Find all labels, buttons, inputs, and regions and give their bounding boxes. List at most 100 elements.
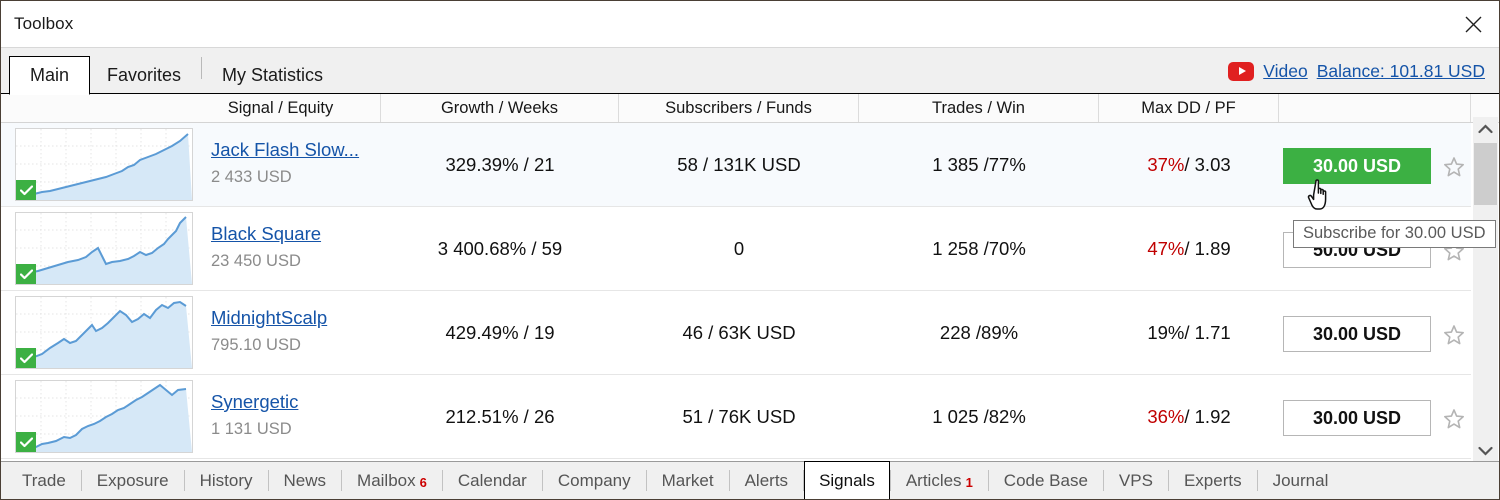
- signal-name-link[interactable]: MidnightScalp: [211, 307, 327, 329]
- subscribe-price-button[interactable]: 30.00 USD: [1283, 316, 1431, 352]
- table-row[interactable]: Black Square 23 450 USD 3 400.68% / 59 0 1 2…: [1, 207, 1471, 291]
- table-row[interactable]: Jack Flash Slow... 2 433 USD 329.39% / 21 5…: [1, 123, 1471, 207]
- bottom-tab-market[interactable]: Market: [647, 462, 729, 499]
- bottom-tab-label: Experts: [1183, 470, 1242, 490]
- bottom-tab-experts[interactable]: Experts: [1169, 462, 1257, 499]
- equity-sparkline-chart[interactable]: [15, 212, 193, 285]
- trades-win-value: 1 025 /82%: [932, 405, 1026, 427]
- growth-weeks-value: 429.49% / 19: [445, 321, 555, 343]
- bottom-tab-label: Calendar: [457, 470, 527, 490]
- tabstrip-right-group: Video Balance: 101.81 USD: [1228, 48, 1485, 94]
- subscribers-funds-value: 51 / 76K USD: [682, 405, 796, 427]
- favorite-star-icon[interactable]: [1443, 408, 1465, 430]
- youtube-play-icon[interactable]: [1228, 61, 1255, 81]
- column-header-growth-weeks[interactable]: Growth / Weeks: [381, 94, 619, 122]
- subscribe-tooltip: Subscribe for 30.00 USD: [1293, 220, 1496, 248]
- bottom-tab-label: News: [283, 470, 327, 490]
- signal-equity-value: 2 433 USD: [211, 168, 292, 186]
- bottom-tab-label: Company: [557, 470, 631, 490]
- trades-win-value: 1 385 /77%: [932, 153, 1026, 175]
- column-header-subscribers-funds[interactable]: Subscribers / Funds: [619, 94, 859, 122]
- subscribe-price-button[interactable]: 30.00 USD: [1283, 148, 1431, 184]
- equity-sparkline-chart[interactable]: [15, 128, 193, 201]
- bottom-tab-label: Code Base: [1003, 470, 1088, 490]
- bottom-tab-calendar[interactable]: Calendar: [443, 462, 542, 499]
- column-header-trades-win[interactable]: Trades / Win: [859, 94, 1099, 122]
- bottom-tab-alerts[interactable]: Alerts: [730, 462, 803, 499]
- video-link[interactable]: Video: [1263, 61, 1307, 82]
- bottom-tab-badge: 1: [965, 475, 973, 490]
- growth-weeks-value: 212.51% / 26: [445, 405, 555, 427]
- chevron-down-icon[interactable]: [1473, 439, 1498, 463]
- toolbox-window: Toolbox Main Favorites My Statistics Video…: [0, 0, 1500, 500]
- bottom-tab-label: Trade: [22, 470, 66, 490]
- bottom-tab-company[interactable]: Company: [543, 462, 646, 499]
- bottom-tab-code-base[interactable]: Code Base: [989, 462, 1103, 499]
- tabs-left-group: Main Favorites My Statistics: [9, 48, 340, 95]
- signal-name-link[interactable]: Black Square: [211, 223, 321, 245]
- verified-check-icon: [16, 348, 36, 368]
- bottom-tab-mailbox[interactable]: Mailbox 6: [342, 462, 442, 499]
- maxdd-value: 36%: [1147, 405, 1185, 427]
- balance-link[interactable]: Balance: 101.81 USD: [1317, 61, 1485, 82]
- subscribers-funds-value: 58 / 131K USD: [677, 153, 801, 175]
- title-bar: Toolbox: [1, 1, 1499, 48]
- column-header-actions[interactable]: [1279, 94, 1471, 122]
- signal-name-link[interactable]: Jack Flash Slow...: [211, 139, 359, 161]
- growth-weeks-value: 3 400.68% / 59: [437, 237, 563, 259]
- chevron-up-icon[interactable]: [1473, 117, 1498, 141]
- profit-factor-value: / 3.03: [1184, 153, 1231, 175]
- bottom-tab-label: VPS: [1118, 470, 1153, 490]
- bottom-tab-articles[interactable]: Articles 1: [891, 462, 988, 499]
- growth-weeks-value: 329.39% / 21: [445, 153, 555, 175]
- table-row[interactable]: Synergetic 1 131 USD 212.51% / 26 51 / 76K …: [1, 375, 1471, 459]
- bottom-tab-label: Mailbox: [357, 470, 416, 490]
- signals-tab-strip: Main Favorites My Statistics Video Balance…: [1, 48, 1499, 95]
- scrollbar-thumb[interactable]: [1474, 143, 1497, 205]
- subscribe-price-button[interactable]: 30.00 USD: [1283, 400, 1431, 436]
- verified-check-icon: [16, 264, 36, 284]
- bottom-tab-trade[interactable]: Trade: [7, 462, 81, 499]
- bottom-tab-signals[interactable]: Signals: [804, 461, 890, 499]
- bottom-tab-news[interactable]: News: [269, 462, 342, 499]
- table-row[interactable]: MidnightScalp 795.10 USD 429.49% / 19 46 / …: [1, 291, 1471, 375]
- window-title: Toolbox: [14, 14, 74, 33]
- maxdd-value: 19%: [1147, 321, 1185, 343]
- tab-main[interactable]: Main: [9, 56, 91, 95]
- signal-equity-value: 23 450 USD: [211, 252, 301, 270]
- bottom-tab-label: Articles: [905, 470, 962, 490]
- tab-my-statistics[interactable]: My Statistics: [205, 56, 340, 94]
- tab-favorites[interactable]: Favorites: [90, 56, 198, 94]
- bottom-tab-history[interactable]: History: [185, 462, 268, 499]
- favorite-star-icon[interactable]: [1443, 156, 1465, 178]
- bottom-tab-vps[interactable]: VPS: [1104, 462, 1168, 499]
- favorite-star-icon[interactable]: [1443, 324, 1465, 346]
- column-headers: Signal / Equity Growth / Weeks Subscribers…: [1, 94, 1499, 123]
- trades-win-value: 1 258 /70%: [932, 237, 1026, 259]
- verified-check-icon: [16, 432, 36, 452]
- bottom-tab-label: Market: [661, 470, 714, 490]
- equity-sparkline-chart[interactable]: [15, 380, 193, 453]
- maxdd-pf-value: 19% / 1.71: [1099, 291, 1279, 374]
- vertical-scrollbar[interactable]: [1473, 117, 1498, 463]
- column-header-signal-equity[interactable]: Signal / Equity: [181, 94, 381, 122]
- signals-table: Jack Flash Slow... 2 433 USD 329.39% / 21 5…: [1, 123, 1471, 463]
- bottom-tab-label: Exposure: [96, 470, 169, 490]
- bottom-tab-label: Journal: [1272, 470, 1329, 490]
- bottom-tab-journal[interactable]: Journal: [1258, 462, 1344, 499]
- maxdd-value: 47%: [1147, 237, 1185, 259]
- subscribers-funds-value: 46 / 63K USD: [682, 321, 796, 343]
- bottom-tab-exposure[interactable]: Exposure: [82, 462, 184, 499]
- bottom-tab-label: Signals: [819, 470, 875, 490]
- tab-separator: [201, 56, 203, 79]
- trades-win-value: 228 /89%: [939, 321, 1019, 343]
- signal-equity-value: 795.10 USD: [211, 336, 301, 354]
- column-header-max-dd-pf[interactable]: Max DD / PF: [1099, 94, 1279, 122]
- close-icon[interactable]: [1451, 4, 1495, 44]
- equity-sparkline-chart[interactable]: [15, 296, 193, 369]
- bottom-tab-label: Alerts: [744, 470, 789, 490]
- maxdd-pf-value: 36% / 1.92: [1099, 375, 1279, 458]
- signal-equity-value: 1 131 USD: [211, 420, 292, 438]
- maxdd-pf-value: 47% / 1.89: [1099, 207, 1279, 290]
- signal-name-link[interactable]: Synergetic: [211, 391, 298, 413]
